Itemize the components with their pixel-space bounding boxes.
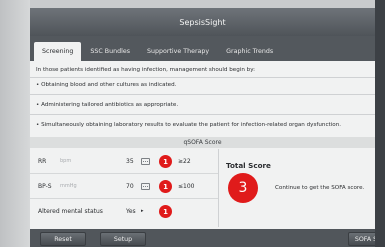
tab-supportive-therapy[interactable]: Supportive Therapy xyxy=(139,42,217,61)
qsofa-section-title: qSOFA Score xyxy=(30,137,375,148)
criterion-bp-systolic: BP-S mmHg 70 1 ≤100 xyxy=(30,174,218,199)
criterion-name: BP-S xyxy=(38,183,52,190)
reset-button[interactable]: Reset xyxy=(40,232,86,246)
device-bezel-top xyxy=(0,0,385,8)
mental-status-select[interactable]: Yes xyxy=(126,208,136,215)
criterion-points-badge: 1 xyxy=(159,205,172,218)
sofa-score-button[interactable]: SOFA S xyxy=(348,232,375,246)
instructions-heading: In those patients identified as having i… xyxy=(36,67,256,73)
criterion-unit: mmHg xyxy=(60,183,77,189)
criterion-points-badge: 1 xyxy=(159,155,172,168)
criterion-threshold: ≥22 xyxy=(178,158,191,165)
footer-bar: Reset Setup SOFA S xyxy=(30,229,375,247)
criterion-rr: RR bpm 35 1 ≥22 xyxy=(30,149,218,174)
divider xyxy=(30,114,375,115)
criterion-points-badge: 1 xyxy=(159,180,172,193)
bp-s-value-field[interactable]: 70 xyxy=(126,183,134,190)
dropdown-arrow-icon[interactable]: ▸ xyxy=(141,208,144,214)
rr-value-field[interactable]: 35 xyxy=(126,158,134,165)
device-bezel-right xyxy=(375,0,385,247)
qsofa-criteria-panel: RR bpm 35 1 ≥22 BP-S mmHg 70 1 ≤100 Alte… xyxy=(30,149,218,227)
criterion-name: Altered mental status xyxy=(38,208,103,215)
device-bezel-left xyxy=(0,0,30,247)
setup-button[interactable]: Setup xyxy=(100,232,146,246)
total-score-panel: Total Score 3 Continue to get the SOFA s… xyxy=(219,149,375,227)
qsofa-title-label: qSOFA Score xyxy=(183,139,222,146)
instruction-bullet: • Obtaining blood and other cultures as … xyxy=(36,82,177,88)
criterion-name: RR xyxy=(38,158,47,165)
tab-ssc-bundles[interactable]: SSC Bundles xyxy=(82,42,138,61)
keyboard-icon[interactable] xyxy=(141,183,150,190)
screening-instructions: In those patients identified as having i… xyxy=(30,61,375,136)
total-score-title: Total Score xyxy=(226,161,271,170)
tab-bar: Screening SSC Bundles Supportive Therapy… xyxy=(30,36,375,61)
tab-graphic-trends[interactable]: Graphic Trends xyxy=(218,42,281,61)
keyboard-icon[interactable] xyxy=(141,158,150,165)
tab-screening[interactable]: Screening xyxy=(34,42,82,61)
title-bar: SepsisSight xyxy=(30,8,375,36)
total-score-note: Continue to get the SOFA score. xyxy=(275,185,365,191)
criterion-altered-mental-status: Altered mental status Yes ▸ 1 xyxy=(30,199,218,224)
criterion-threshold: ≤100 xyxy=(178,183,195,190)
app-screen: SepsisSight Screening SSC Bundles Suppor… xyxy=(30,8,375,247)
instruction-bullet: • Administering tailored antibiotics as … xyxy=(36,102,179,108)
divider xyxy=(30,94,375,95)
divider xyxy=(30,77,375,78)
instruction-bullet: • Simultaneously obtaining laboratory re… xyxy=(36,122,342,128)
total-score-badge: 3 xyxy=(228,173,258,203)
app-title: SepsisSight xyxy=(179,17,226,27)
criterion-unit: bpm xyxy=(60,158,72,164)
